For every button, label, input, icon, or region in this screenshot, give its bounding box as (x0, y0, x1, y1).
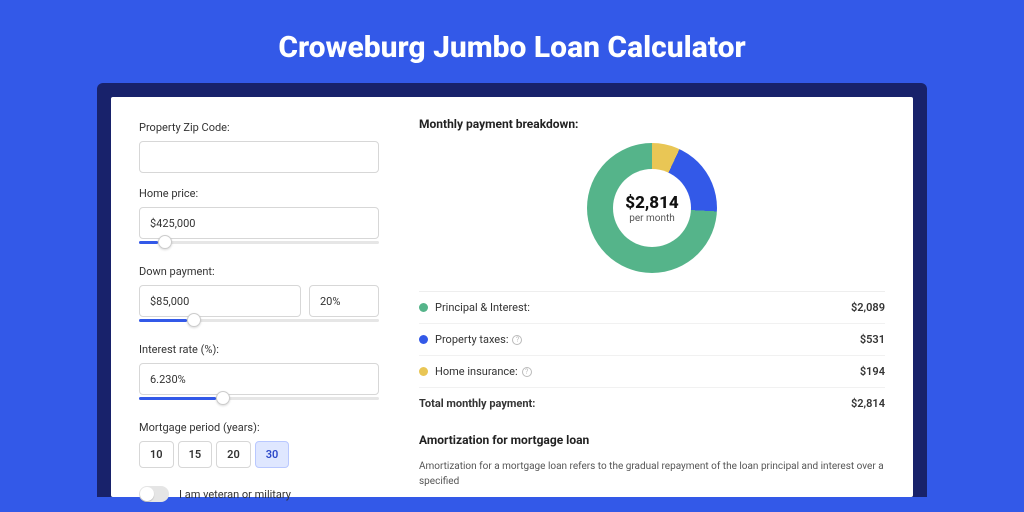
military-row: I am veteran or military (139, 486, 379, 502)
breakdown-title: Monthly payment breakdown: (419, 117, 885, 131)
swatch-principal (419, 303, 428, 312)
swatch-insurance (419, 367, 428, 376)
amortization-title: Amortization for mortgage loan (419, 433, 885, 447)
zip-input[interactable] (139, 141, 379, 173)
calculator-card: Property Zip Code: Home price: Down paym… (111, 97, 913, 497)
rate-input[interactable] (139, 363, 379, 395)
period-10[interactable]: 10 (139, 441, 174, 468)
legend-label-insurance: Home insurance: (435, 365, 518, 378)
legend-label-principal: Principal & Interest: (435, 301, 851, 314)
period-15[interactable]: 15 (178, 441, 213, 468)
breakdown-panel: Monthly payment breakdown: $2,814 per mo… (401, 97, 913, 497)
info-icon[interactable]: ? (512, 335, 522, 345)
rate-label: Interest rate (%): (139, 343, 379, 356)
legend-value-principal: $2,089 (851, 301, 885, 314)
donut-chart: $2,814 per month (587, 143, 717, 273)
amortization-section: Amortization for mortgage loan Amortizat… (419, 433, 885, 489)
swatch-taxes (419, 335, 428, 344)
legend-value-insurance: $194 (860, 365, 885, 378)
info-icon[interactable]: ? (522, 367, 532, 377)
page-title: Croweburg Jumbo Loan Calculator (0, 0, 1024, 83)
legend-row-principal: Principal & Interest: $2,089 (419, 292, 885, 324)
legend-row-insurance: Home insurance:? $194 (419, 356, 885, 388)
legend-row-taxes: Property taxes:? $531 (419, 324, 885, 356)
period-label: Mortgage period (years): (139, 421, 379, 434)
donut-sublabel: per month (629, 213, 675, 224)
card-shadow: Property Zip Code: Home price: Down paym… (97, 83, 927, 497)
legend-label-taxes: Property taxes: (435, 333, 508, 346)
home-price-input[interactable] (139, 207, 379, 239)
down-payment-slider[interactable] (139, 315, 379, 329)
legend-label-total: Total monthly payment: (419, 397, 851, 410)
down-payment-label: Down payment: (139, 265, 379, 278)
period-options: 10 15 20 30 (139, 441, 379, 468)
donut-chart-area: $2,814 per month (419, 143, 885, 273)
rate-slider[interactable] (139, 393, 379, 407)
down-payment-input[interactable] (139, 285, 301, 317)
form-panel: Property Zip Code: Home price: Down paym… (111, 97, 401, 497)
period-20[interactable]: 20 (216, 441, 251, 468)
military-toggle[interactable] (139, 486, 169, 502)
amortization-text: Amortization for a mortgage loan refers … (419, 459, 885, 489)
legend: Principal & Interest: $2,089 Property ta… (419, 291, 885, 419)
legend-value-total: $2,814 (851, 397, 885, 410)
military-label: I am veteran or military (179, 488, 291, 501)
home-price-label: Home price: (139, 187, 379, 200)
donut-value: $2,814 (625, 193, 678, 213)
legend-row-total: Total monthly payment: $2,814 (419, 388, 885, 419)
down-payment-pct-input[interactable] (309, 285, 379, 317)
home-price-slider[interactable] (139, 237, 379, 251)
period-30[interactable]: 30 (255, 441, 290, 468)
zip-label: Property Zip Code: (139, 121, 379, 134)
legend-value-taxes: $531 (860, 333, 885, 346)
